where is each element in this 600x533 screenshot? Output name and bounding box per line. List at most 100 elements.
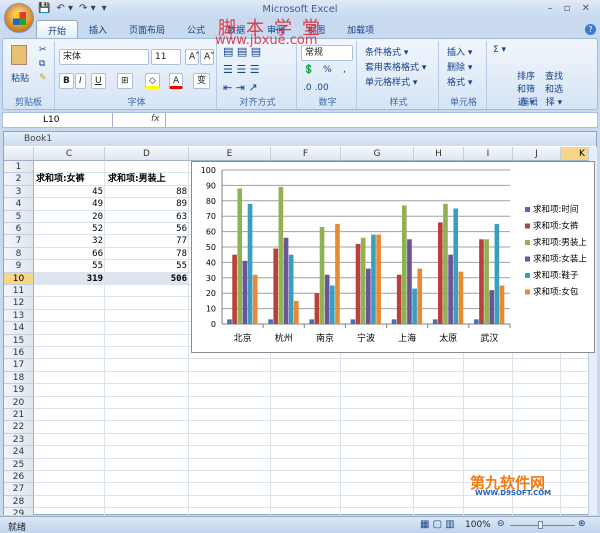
- row-header[interactable]: 12: [4, 297, 34, 310]
- tab-2[interactable]: 页面布局: [118, 20, 176, 38]
- autosum-button[interactable]: Σ ▾: [493, 45, 506, 55]
- row-header[interactable]: 19: [4, 384, 34, 397]
- cut-icon[interactable]: ✂: [39, 45, 47, 55]
- currency-icon[interactable]: 💲: [303, 65, 314, 75]
- zoom-in-button[interactable]: ⊕: [578, 519, 586, 529]
- phonetic-button[interactable]: 变: [193, 73, 211, 89]
- row-header[interactable]: 28: [4, 495, 34, 509]
- cell-C6[interactable]: 52: [34, 223, 103, 235]
- name-box[interactable]: L10: [3, 113, 113, 127]
- bold-button[interactable]: B: [59, 73, 74, 89]
- fill-color-icon[interactable]: ◇: [145, 73, 160, 89]
- align-icons-horizontal[interactable]: ☰ ☰ ☰: [223, 63, 260, 76]
- insert-cells-button[interactable]: 插入 ▾: [447, 45, 472, 58]
- row-header[interactable]: 2: [4, 173, 34, 186]
- column-header[interactable]: J: [513, 147, 561, 161]
- cell-D6[interactable]: 56: [105, 223, 187, 235]
- column-header[interactable]: F: [271, 147, 341, 161]
- cell-C7[interactable]: 32: [34, 235, 103, 247]
- column-header[interactable]: K: [561, 147, 588, 161]
- column-header[interactable]: C: [34, 147, 105, 161]
- cell-D2[interactable]: 求和项:男装上: [108, 173, 166, 185]
- row-header[interactable]: 24: [4, 446, 34, 459]
- format-painter-icon[interactable]: ✎: [39, 73, 47, 83]
- cell-D9[interactable]: 55: [105, 260, 187, 272]
- shrink-font-button[interactable]: A˅: [200, 49, 215, 65]
- row-header[interactable]: 27: [4, 483, 34, 496]
- column-header[interactable]: H: [414, 147, 464, 161]
- conditional-format-button[interactable]: 条件格式 ▾: [365, 45, 408, 58]
- delete-cells-button[interactable]: 删除 ▾: [447, 60, 472, 73]
- italic-button[interactable]: I: [75, 73, 86, 89]
- row-header[interactable]: 23: [4, 433, 34, 447]
- comma-button[interactable]: ,: [343, 65, 346, 75]
- cell-D5[interactable]: 63: [105, 211, 187, 223]
- row-header[interactable]: 9: [4, 260, 34, 273]
- format-as-table-button[interactable]: 套用表格格式 ▾: [365, 60, 426, 73]
- select-all-corner[interactable]: [4, 147, 34, 161]
- cell-C4[interactable]: 49: [34, 198, 103, 210]
- cell-C8[interactable]: 66: [34, 248, 103, 260]
- paste-button[interactable]: 粘贴: [11, 71, 29, 84]
- row-header[interactable]: 22: [4, 421, 34, 434]
- cell-styles-button[interactable]: 单元格样式 ▾: [365, 75, 417, 88]
- underline-button[interactable]: U: [91, 73, 106, 89]
- row-header[interactable]: 6: [4, 223, 34, 236]
- tab-7[interactable]: 加载项: [336, 20, 385, 38]
- copy-icon[interactable]: ⧉: [39, 59, 45, 69]
- help-icon[interactable]: ?: [585, 24, 596, 35]
- cell-D7[interactable]: 77: [105, 235, 187, 247]
- office-button[interactable]: [4, 3, 34, 33]
- border-icon[interactable]: ⊞: [117, 73, 133, 89]
- cell-C2[interactable]: 求和项:女裤: [36, 173, 85, 185]
- row-header[interactable]: 20: [4, 396, 34, 409]
- insert-function-button[interactable]: fx: [151, 114, 160, 124]
- format-cells-button[interactable]: 格式 ▾: [447, 75, 472, 88]
- font-name-select[interactable]: 宋体: [59, 49, 149, 65]
- chart[interactable]: 0 10 20 30 40 50 60 70 80 90 100 北京 杭州 南京 宁波 上海 太原 武汉 求和项:…: [191, 161, 595, 353]
- row-header[interactable]: 25: [4, 458, 34, 471]
- window-controls[interactable]: – ▫ ✕: [547, 3, 594, 14]
- cell-C10[interactable]: 319: [34, 273, 103, 285]
- grow-font-button[interactable]: A˄: [185, 49, 200, 65]
- row-header[interactable]: 4: [4, 198, 34, 211]
- row-header[interactable]: 18: [4, 371, 34, 385]
- font-size-select[interactable]: 11: [151, 49, 181, 65]
- column-header[interactable]: I: [464, 147, 513, 161]
- row-header[interactable]: 3: [4, 185, 34, 199]
- paste-icon[interactable]: [11, 45, 27, 65]
- percent-button[interactable]: %: [323, 65, 332, 75]
- row-header[interactable]: 7: [4, 235, 34, 248]
- row-header[interactable]: 16: [4, 347, 34, 360]
- row-header[interactable]: 13: [4, 309, 34, 323]
- cell-D8[interactable]: 78: [105, 248, 187, 260]
- tab-3[interactable]: 公式: [176, 20, 216, 38]
- font-color-icon[interactable]: A: [169, 73, 184, 89]
- row-header[interactable]: 14: [4, 322, 34, 335]
- zoom-level[interactable]: 100%: [465, 520, 491, 530]
- row-header[interactable]: 15: [4, 334, 34, 347]
- tab-0[interactable]: 开始: [36, 20, 79, 38]
- cell-D10[interactable]: 506: [105, 273, 187, 285]
- row-header[interactable]: 11: [4, 285, 34, 298]
- view-buttons[interactable]: ▦ ▢ ▥: [420, 519, 455, 530]
- row-header[interactable]: 10: [4, 272, 34, 285]
- cell-C9[interactable]: 55: [34, 260, 103, 272]
- row-header[interactable]: 26: [4, 471, 34, 484]
- cell-C5[interactable]: 20: [34, 211, 103, 223]
- cell-C3[interactable]: 45: [34, 186, 103, 198]
- column-header[interactable]: D: [105, 147, 189, 161]
- formula-input[interactable]: [165, 113, 585, 127]
- row-header[interactable]: 1: [4, 161, 34, 174]
- tab-1[interactable]: 插入: [78, 20, 118, 38]
- row-header[interactable]: 5: [4, 210, 34, 223]
- decimal-icons[interactable]: .0 .00: [303, 83, 329, 93]
- row-header[interactable]: 21: [4, 409, 34, 422]
- row-header[interactable]: 8: [4, 247, 34, 261]
- column-header[interactable]: E: [189, 147, 271, 161]
- zoom-slider-thumb[interactable]: [538, 521, 543, 529]
- column-header[interactable]: G: [341, 147, 414, 161]
- cell-D4[interactable]: 89: [105, 198, 187, 210]
- cell-D3[interactable]: 88: [105, 186, 187, 198]
- zoom-out-button[interactable]: ⊖: [497, 519, 505, 529]
